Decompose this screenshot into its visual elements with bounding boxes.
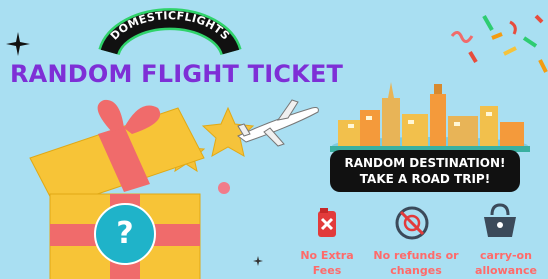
confetti-decoration <box>450 14 548 73</box>
city-skyline-illustration <box>330 82 530 155</box>
feature-label-line-2: changes <box>390 264 442 277</box>
promo-banner: DOMESTICFLIGHTS RANDOM FLIGHT TICKET RAN… <box>0 0 548 279</box>
page-title: RANDOM FLIGHT TICKET <box>10 60 344 88</box>
feature-no-refunds: No refunds or changes <box>368 248 464 278</box>
airplane-icon <box>237 99 319 147</box>
feature-label-line-2: allowance <box>475 264 537 277</box>
feature-label-line-1: No refunds or <box>373 249 459 262</box>
no-refund-icon <box>395 206 429 240</box>
feature-label-line-2: Fees <box>312 264 342 277</box>
destination-line-2: TAKE A ROAD TRIP! <box>359 172 491 186</box>
handbag-icon <box>484 203 516 237</box>
fuel-can-x-icon <box>318 208 336 237</box>
sparkle-icon <box>6 32 30 56</box>
small-sparkle-icon <box>253 256 263 266</box>
feature-label-line-1: No Extra <box>300 249 354 262</box>
brand-arc: DOMESTICFLIGHTS <box>98 8 242 56</box>
question-mark: ? <box>116 216 134 251</box>
feature-label-line-1: carry-on <box>480 249 532 262</box>
destination-line-1: RANDOM DESTINATION! <box>344 156 506 170</box>
feature-carry-on: carry-on allowance <box>466 248 546 278</box>
feature-no-extra-fees: No Extra Fees <box>291 248 363 278</box>
destination-badge: RANDOM DESTINATION! TAKE A ROAD TRIP! <box>330 150 520 192</box>
